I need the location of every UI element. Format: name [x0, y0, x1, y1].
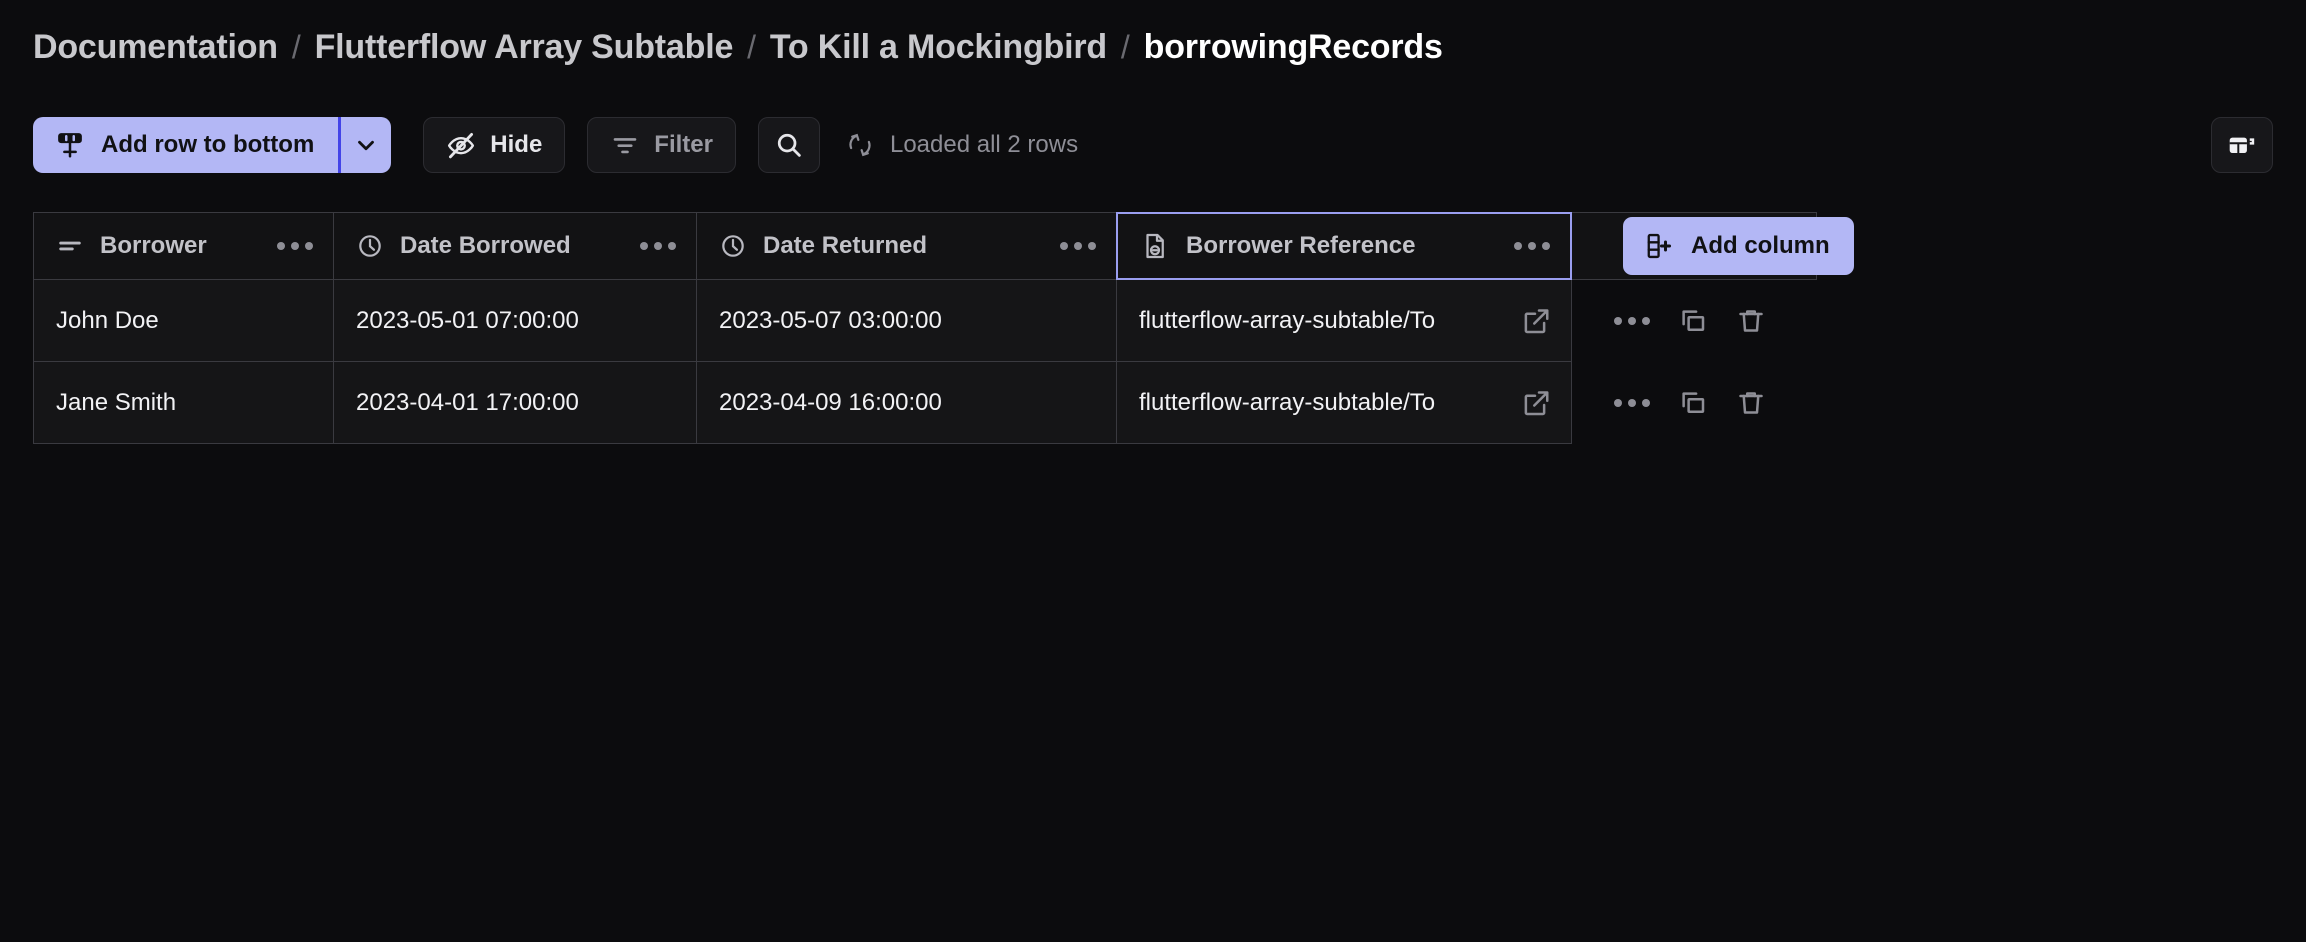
filter-label: Filter	[654, 131, 713, 158]
add-column-button[interactable]: Add column	[1623, 217, 1854, 275]
table-panel-icon	[2226, 129, 2258, 161]
cell-borrower-reference[interactable]: flutterflow-array-subtable/To	[1116, 280, 1572, 362]
grid-header-row: Borrower Date Borrowed Date Returned Bor…	[33, 212, 1854, 280]
cell-borrower[interactable]: Jane Smith	[33, 362, 333, 444]
breadcrumb-item-documentation[interactable]: Documentation	[33, 28, 278, 67]
trash-icon[interactable]	[1736, 388, 1766, 418]
refresh-icon	[846, 131, 874, 159]
filter-button[interactable]: Filter	[587, 117, 736, 173]
column-header-borrower-reference[interactable]: Borrower Reference	[1116, 212, 1572, 280]
toolbar: Add row to bottom Hide Filter Loaded all…	[33, 117, 1078, 173]
cell-borrower-reference-text: flutterflow-array-subtable/To	[1139, 306, 1436, 334]
add-row-to-bottom-label: Add row to bottom	[101, 131, 315, 158]
column-header-date-returned[interactable]: Date Returned	[696, 212, 1116, 280]
column-header-label: Borrower Reference	[1186, 232, 1416, 259]
column-menu-borrower[interactable]	[277, 242, 313, 250]
load-status: Loaded all 2 rows	[846, 131, 1078, 159]
column-menu-borrower-reference[interactable]	[1514, 242, 1550, 250]
breadcrumb-item-flutterflow-array-subtable[interactable]: Flutterflow Array Subtable	[315, 28, 734, 67]
row-more-menu-button[interactable]	[1614, 399, 1650, 407]
cell-date-returned[interactable]: 2023-04-09 16:00:00	[696, 362, 1116, 444]
external-link-icon[interactable]	[1521, 388, 1551, 418]
row-actions	[1572, 280, 1766, 362]
column-header-borrower[interactable]: Borrower	[33, 212, 333, 280]
add-column-icon	[1643, 231, 1673, 261]
reference-doc-icon	[1140, 231, 1170, 261]
table-row: John Doe 2023-05-01 07:00:00 2023-05-07 …	[33, 280, 1817, 362]
column-header-label: Date Borrowed	[400, 232, 571, 259]
view-toggle-button[interactable]	[2211, 117, 2273, 173]
duplicate-icon[interactable]	[1678, 306, 1708, 336]
add-row-dropdown-button[interactable]	[341, 117, 391, 173]
breadcrumb-separator: /	[291, 29, 301, 65]
breadcrumb-item-borrowingrecords[interactable]: borrowingRecords	[1144, 28, 1443, 67]
text-lines-icon	[56, 232, 84, 260]
hide-button[interactable]: Hide	[423, 117, 566, 173]
filter-icon	[610, 130, 640, 160]
trash-icon[interactable]	[1736, 306, 1766, 336]
search-button[interactable]	[757, 117, 820, 173]
hide-label: Hide	[490, 131, 543, 158]
cell-date-borrowed[interactable]: 2023-04-01 17:00:00	[333, 362, 696, 444]
cell-date-returned[interactable]: 2023-05-07 03:00:00	[696, 280, 1116, 362]
breadcrumb: Documentation / Flutterflow Array Subtab…	[33, 28, 1443, 67]
cell-borrower-reference-text: flutterflow-array-subtable/To	[1139, 388, 1436, 416]
eye-off-icon	[446, 130, 476, 160]
column-header-label: Date Returned	[763, 232, 928, 259]
row-actions	[1572, 362, 1766, 444]
column-header-date-borrowed[interactable]: Date Borrowed	[333, 212, 696, 280]
clock-icon	[356, 232, 384, 260]
cell-date-borrowed[interactable]: 2023-05-01 07:00:00	[333, 280, 696, 362]
add-row-bottom-icon	[55, 130, 85, 160]
breadcrumb-separator: /	[1120, 29, 1130, 65]
load-status-label: Loaded all 2 rows	[889, 131, 1079, 158]
chevron-down-icon	[353, 132, 379, 158]
row-more-menu-button[interactable]	[1614, 317, 1650, 325]
data-grid: Borrower Date Borrowed Date Returned Bor…	[33, 212, 1854, 444]
search-icon	[774, 130, 804, 160]
cell-borrower-reference[interactable]: flutterflow-array-subtable/To	[1116, 362, 1572, 444]
column-menu-date-borrowed[interactable]	[640, 242, 676, 250]
duplicate-icon[interactable]	[1678, 388, 1708, 418]
clock-icon	[719, 232, 747, 260]
breadcrumb-item-to-kill-a-mockingbird[interactable]: To Kill a Mockingbird	[770, 28, 1107, 67]
add-column-label: Add column	[1691, 232, 1830, 259]
breadcrumb-separator: /	[747, 29, 756, 65]
add-row-to-bottom-group: Add row to bottom	[33, 117, 392, 173]
column-header-label: Borrower	[100, 232, 207, 259]
column-menu-date-returned[interactable]	[1060, 242, 1096, 250]
add-row-to-bottom-button[interactable]: Add row to bottom	[33, 117, 338, 173]
table-row: Jane Smith 2023-04-01 17:00:00 2023-04-0…	[33, 362, 1817, 444]
cell-borrower[interactable]: John Doe	[33, 280, 333, 362]
external-link-icon[interactable]	[1521, 306, 1551, 336]
